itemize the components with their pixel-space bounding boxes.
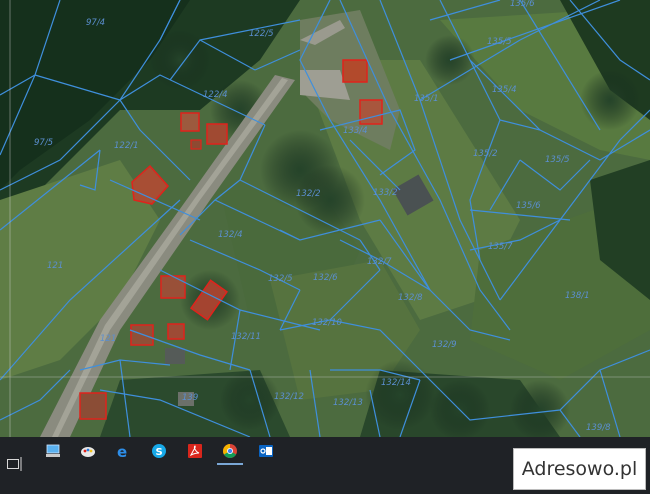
parcel-label: 132/9 <box>432 340 457 350</box>
parcel-label: 132/10 <box>312 318 342 328</box>
outlook-icon[interactable] <box>258 443 274 459</box>
map-viewer: 97/4 122/5 135/6 135/5 135/4 135/1 122/4… <box>0 0 650 494</box>
parcel-label: 121 <box>100 334 116 344</box>
parcel-label: 135/6 <box>510 0 535 9</box>
svg-text:e: e <box>117 443 127 459</box>
parcel-label: 138/1 <box>565 291 590 301</box>
parcel-label: 135/1 <box>414 94 439 104</box>
cadastral-map[interactable]: 97/4 122/5 135/6 135/5 135/4 135/1 122/4… <box>0 0 650 437</box>
parcel-label: 135/7 <box>488 242 513 252</box>
parcel-label: 122/1 <box>114 141 139 151</box>
parcel-label: 135/6 <box>516 201 541 211</box>
parcel-label: 132/11 <box>231 332 261 342</box>
parcel-label: 132/13 <box>333 398 363 408</box>
adresowo-watermark: Adresowo.pl <box>513 448 646 490</box>
parcel-label: 133/2 <box>373 188 398 198</box>
acrobat-icon[interactable] <box>187 443 203 459</box>
parcel-label: 139 <box>182 393 198 403</box>
parcel-label: 132/4 <box>218 230 243 240</box>
task-view-icon[interactable] <box>7 457 23 471</box>
computer-icon[interactable] <box>45 443 61 459</box>
parcel-label: 121 <box>47 261 63 271</box>
edge-icon[interactable]: e <box>116 443 132 459</box>
parcel-label: 132/2 <box>296 189 321 199</box>
parcel-label: 135/2 <box>473 149 498 159</box>
parcel-label: 135/5 <box>487 37 512 47</box>
parcel-label: 97/4 <box>86 18 105 28</box>
svg-text:S: S <box>156 447 163 458</box>
parcel-label: 122/5 <box>249 29 274 39</box>
parcel-label: 135/5 <box>545 155 570 165</box>
chrome-icon[interactable] <box>222 443 238 459</box>
parcel-label: 132/14 <box>381 378 411 388</box>
parcel-label: 132/8 <box>398 293 423 303</box>
parcel-label: 132/7 <box>367 257 392 267</box>
paint-icon[interactable] <box>80 443 96 459</box>
parcel-label: 97/5 <box>34 138 53 148</box>
parcel-label: 122/4 <box>203 90 228 100</box>
parcel-label: 132/6 <box>313 273 338 283</box>
parcel-label: 132/5 <box>268 274 293 284</box>
parcel-label: 132/12 <box>274 392 304 402</box>
skype-icon[interactable]: S <box>151 443 167 459</box>
active-app-indicator <box>217 463 243 465</box>
parcel-label: 133/4 <box>343 126 368 136</box>
parcel-label: 135/4 <box>492 85 517 95</box>
parcel-label: 139/8 <box>586 423 611 433</box>
